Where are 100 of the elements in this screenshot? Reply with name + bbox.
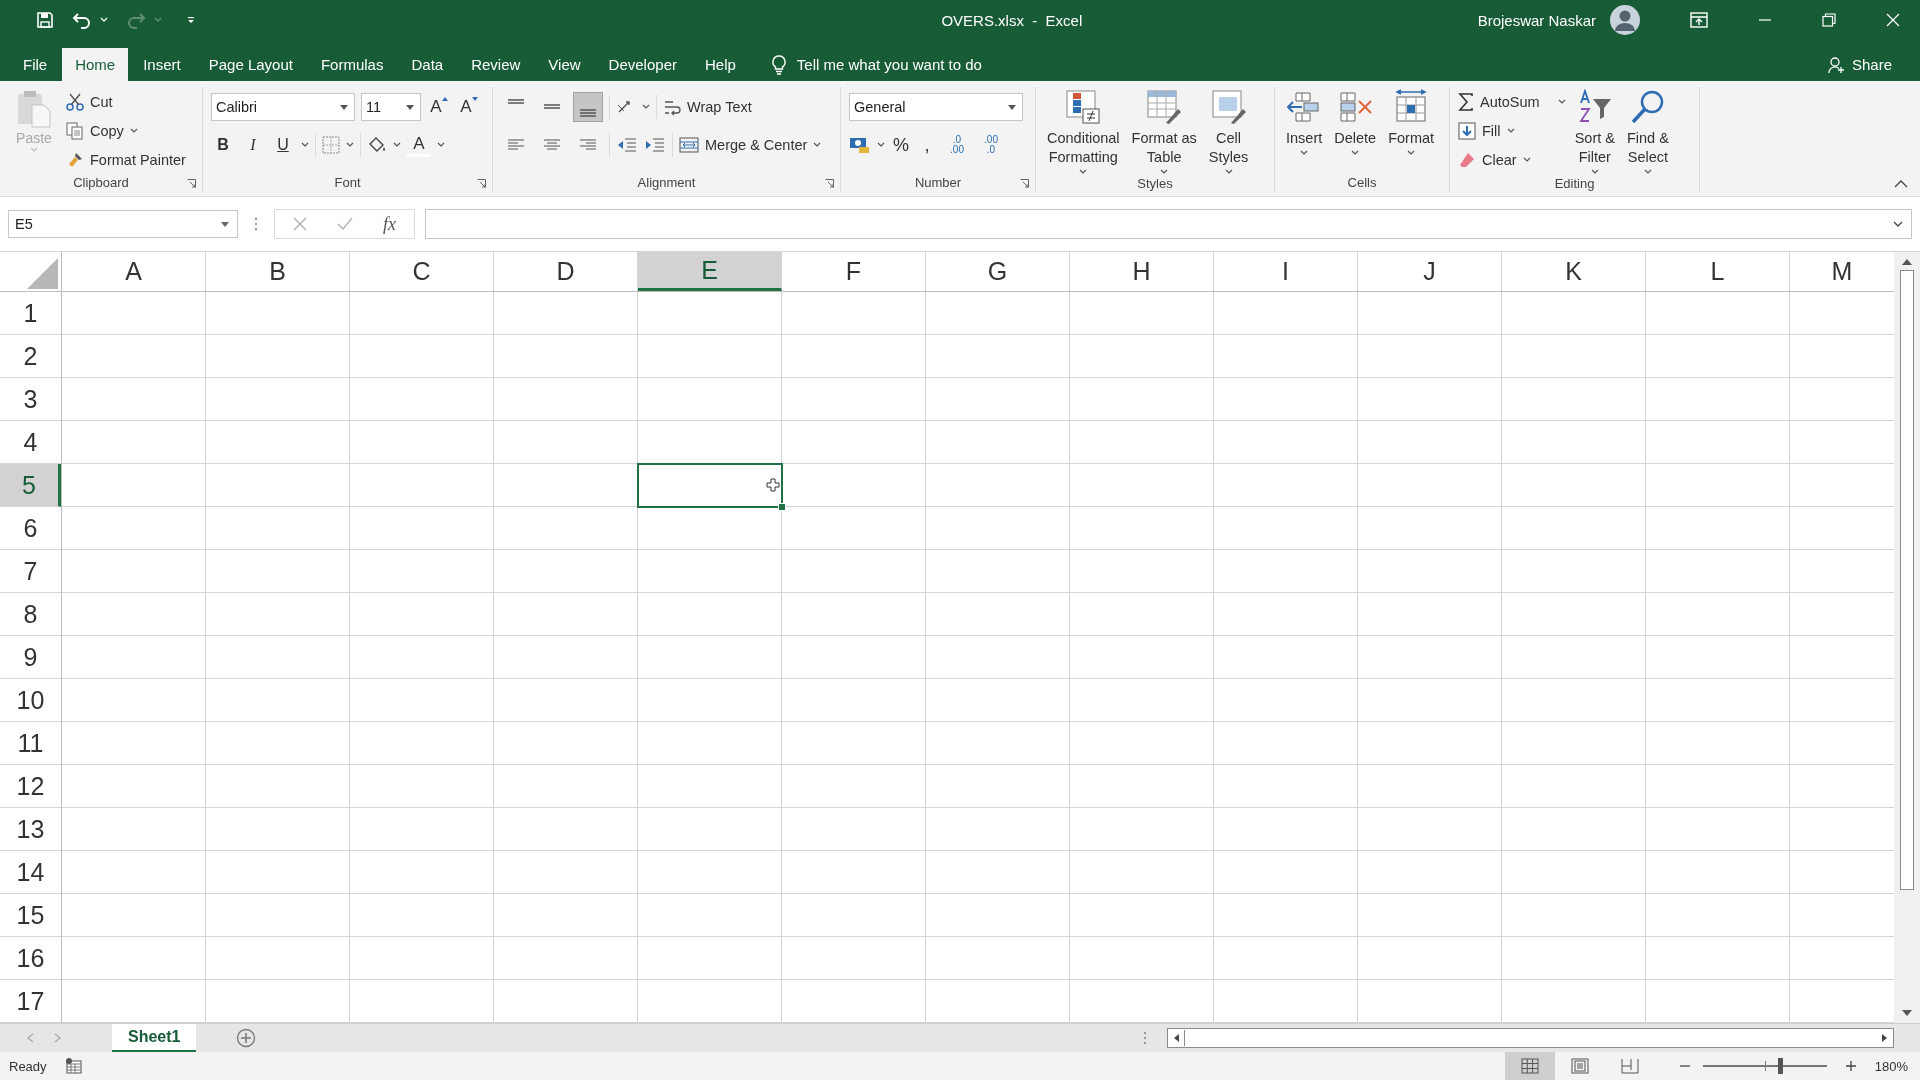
decrease-font-button[interactable]: A bbox=[457, 97, 481, 117]
close-icon[interactable] bbox=[1886, 13, 1900, 27]
caret-icon[interactable] bbox=[877, 142, 885, 148]
macro-record-icon[interactable] bbox=[64, 1058, 83, 1074]
add-sheet-icon[interactable] bbox=[236, 1028, 257, 1048]
row-header[interactable]: 6 bbox=[0, 507, 61, 550]
row-header[interactable]: 13 bbox=[0, 808, 61, 851]
active-cell[interactable] bbox=[637, 463, 783, 508]
column-header[interactable]: C bbox=[350, 252, 494, 291]
ribbon-display-icon[interactable] bbox=[1690, 12, 1708, 28]
dialog-launcher-icon[interactable] bbox=[187, 179, 196, 188]
zoom-level[interactable]: 180% bbox=[1874, 1058, 1920, 1074]
row-header[interactable]: 8 bbox=[0, 593, 61, 636]
editing-button[interactable]: Find & Select bbox=[1623, 87, 1672, 175]
cell-grid[interactable] bbox=[62, 292, 1894, 1023]
decrease-decimal-button[interactable]: .00 .0 bbox=[977, 135, 1005, 155]
scroll-right-icon[interactable] bbox=[1881, 1033, 1889, 1043]
column-header[interactable]: E bbox=[638, 252, 782, 291]
vertical-scrollbar[interactable] bbox=[1894, 252, 1920, 1023]
ribbon-tab[interactable]: Home bbox=[62, 48, 129, 81]
column-header[interactable]: G bbox=[926, 252, 1070, 291]
column-header[interactable]: B bbox=[206, 252, 350, 291]
collapse-ribbon-icon[interactable] bbox=[1894, 180, 1908, 188]
ribbon-tab[interactable]: Insert bbox=[130, 48, 194, 81]
fill-handle[interactable] bbox=[778, 503, 786, 511]
share-button[interactable]: Share bbox=[1827, 48, 1920, 81]
number-format-field[interactable]: General bbox=[849, 93, 1023, 121]
format-painter-button[interactable]: Format Painter bbox=[66, 147, 186, 173]
column-header[interactable]: I bbox=[1214, 252, 1358, 291]
slider-thumb[interactable] bbox=[1777, 1058, 1783, 1074]
row-header[interactable]: 14 bbox=[0, 851, 61, 894]
scroll-down-icon[interactable] bbox=[1901, 1009, 1913, 1017]
styles-button[interactable]: Format as Table bbox=[1128, 87, 1200, 175]
cut-button[interactable]: Cut bbox=[66, 89, 186, 115]
ribbon-tab[interactable]: File bbox=[10, 48, 61, 81]
tell-me-field[interactable]: Tell me what you want to do bbox=[770, 48, 982, 81]
checkmark-icon[interactable] bbox=[337, 217, 353, 231]
editing-button[interactable]: Sort & Filter bbox=[1571, 87, 1618, 175]
formula-input[interactable] bbox=[425, 209, 1912, 239]
column-header[interactable]: J bbox=[1358, 252, 1502, 291]
column-header[interactable]: H bbox=[1070, 252, 1214, 291]
increase-decimal-button[interactable]: .0 .00 bbox=[943, 135, 971, 155]
ribbon-tab[interactable]: Review bbox=[458, 48, 534, 81]
vertical-align-icon[interactable] bbox=[573, 92, 603, 122]
caret-icon[interactable] bbox=[346, 142, 354, 148]
insert-function-button[interactable]: fx bbox=[383, 213, 396, 235]
increase-font-button[interactable]: A bbox=[427, 97, 451, 117]
dialog-launcher-icon[interactable] bbox=[1020, 179, 1029, 188]
bold-button[interactable]: B bbox=[211, 136, 235, 154]
currency-icon[interactable] bbox=[849, 135, 871, 155]
font-name-field[interactable]: Calibri bbox=[211, 93, 355, 121]
caret-icon[interactable] bbox=[437, 142, 445, 148]
column-header[interactable]: L bbox=[1646, 252, 1790, 291]
row-header[interactable]: 12 bbox=[0, 765, 61, 808]
percent-button[interactable]: % bbox=[891, 134, 911, 156]
caret-icon[interactable] bbox=[393, 142, 401, 148]
ribbon-tab[interactable]: Developer bbox=[595, 48, 690, 81]
splitter-icon[interactable] bbox=[254, 217, 258, 231]
row-header[interactable]: 3 bbox=[0, 378, 61, 421]
dialog-launcher-icon[interactable] bbox=[477, 179, 486, 188]
scrollbar-thumb[interactable] bbox=[1900, 270, 1914, 890]
cells-button[interactable]: Insert bbox=[1283, 87, 1326, 156]
wrap-text-button[interactable]: Wrap Text bbox=[663, 94, 752, 120]
increase-indent-icon[interactable] bbox=[644, 135, 666, 155]
horizontal-scrollbar[interactable] bbox=[1167, 1028, 1894, 1048]
styles-button[interactable]: Conditional Formatting bbox=[1044, 87, 1123, 175]
row-header[interactable]: 15 bbox=[0, 894, 61, 937]
row-header[interactable]: 1 bbox=[0, 292, 61, 335]
caret-icon[interactable] bbox=[642, 104, 650, 110]
customize-icon[interactable] bbox=[186, 15, 196, 25]
caret-icon[interactable] bbox=[301, 142, 309, 148]
ribbon-tab[interactable]: Formulas bbox=[307, 48, 397, 81]
cells-button[interactable]: Format bbox=[1385, 87, 1438, 156]
fill-button[interactable]: Fill bbox=[1458, 118, 1566, 144]
row-header[interactable]: 9 bbox=[0, 636, 61, 679]
decrease-indent-icon[interactable] bbox=[616, 135, 638, 155]
font-color-button[interactable]: A bbox=[407, 133, 431, 157]
row-header[interactable]: 5 bbox=[0, 464, 61, 507]
autosum-button[interactable]: AutoSum bbox=[1458, 89, 1566, 115]
merge-center-button[interactable]: Merge & Center bbox=[679, 132, 822, 158]
expand-icon[interactable] bbox=[1893, 221, 1903, 227]
ribbon-tab[interactable]: Page Layout bbox=[195, 48, 306, 81]
copy-button[interactable]: Copy bbox=[66, 118, 186, 144]
font-size-field[interactable]: 11 bbox=[361, 93, 421, 121]
italic-button[interactable]: I bbox=[241, 136, 265, 154]
row-header[interactable]: 10 bbox=[0, 679, 61, 722]
scroll-up-icon[interactable] bbox=[1901, 258, 1913, 266]
zoom-in-icon[interactable] bbox=[1844, 1060, 1857, 1072]
avatar-icon[interactable] bbox=[1610, 5, 1640, 35]
ribbon-tab[interactable]: Data bbox=[398, 48, 457, 81]
clear-button[interactable]: Clear bbox=[1458, 147, 1566, 173]
row-header[interactable]: 16 bbox=[0, 937, 61, 980]
restore-icon[interactable] bbox=[1822, 13, 1836, 27]
save-icon[interactable] bbox=[36, 11, 54, 29]
sheet-tab[interactable]: Sheet1 bbox=[112, 1024, 197, 1052]
comma-button[interactable]: , bbox=[917, 134, 937, 156]
dialog-launcher-icon[interactable] bbox=[825, 179, 834, 188]
styles-button[interactable]: Cell Styles bbox=[1205, 87, 1252, 175]
ribbon-tab[interactable]: Help bbox=[691, 48, 749, 81]
scroll-left-icon[interactable] bbox=[1172, 1033, 1180, 1043]
